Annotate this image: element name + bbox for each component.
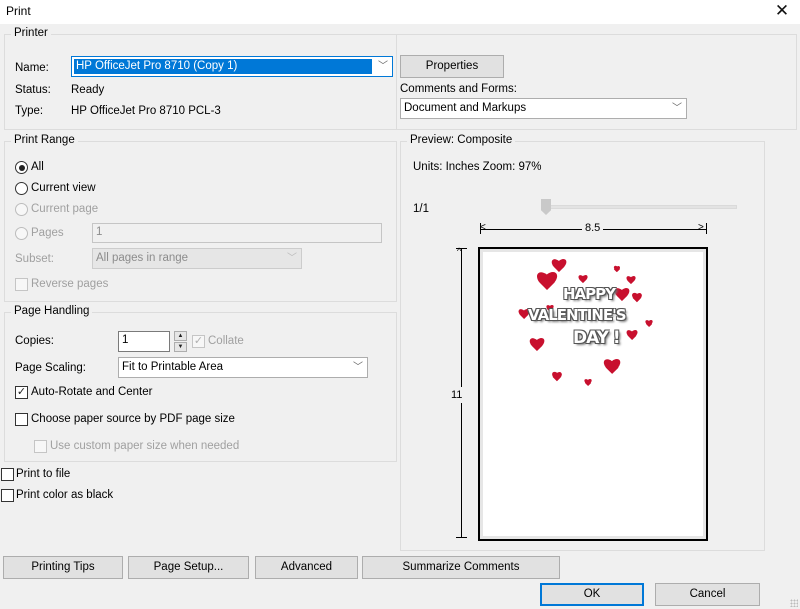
printer-type-label: Type:	[15, 105, 44, 117]
arrow-left-icon: <	[480, 222, 486, 233]
valentine-line3: DAY !	[573, 328, 621, 348]
arrow-up-icon: ^	[457, 246, 462, 256]
heart-icon	[603, 359, 621, 377]
printing-tips-button[interactable]: Printing Tips	[3, 556, 123, 579]
range-pages-radio[interactable]	[15, 227, 28, 240]
paper-source-label[interactable]: Choose paper source by PDF page size	[31, 413, 235, 425]
page-setup-button[interactable]: Page Setup...	[128, 556, 249, 579]
range-current-page-label[interactable]: Current page	[31, 203, 98, 215]
ok-button[interactable]: OK	[540, 583, 644, 606]
comments-forms-select[interactable]: Document and Markups ﹀	[400, 98, 687, 119]
window-title: Print	[6, 4, 31, 18]
printer-status-label: Status:	[15, 84, 51, 96]
valentine-line1: HAPPY	[563, 285, 616, 303]
resize-grip-icon[interactable]	[790, 599, 798, 607]
printer-status-value: Ready	[71, 84, 105, 96]
heart-icon	[584, 379, 592, 387]
heart-icon	[536, 272, 558, 294]
page-scaling-label: Page Scaling:	[15, 362, 86, 374]
page-preview-content: HAPPY VALENTINE'S DAY ! Press	[483, 252, 703, 536]
heart-icon	[626, 330, 638, 342]
chevron-down-icon: ﹀	[283, 249, 301, 268]
reverse-pages-label[interactable]: Reverse pages	[31, 278, 108, 290]
chevron-down-icon: ﹀	[672, 103, 682, 114]
heart-icon	[614, 288, 630, 304]
page-counter: 1/1	[413, 203, 429, 215]
heart-icon	[578, 275, 588, 285]
cancel-button[interactable]: Cancel	[655, 583, 760, 606]
heart-icon	[551, 372, 562, 383]
heart-icon	[529, 338, 545, 354]
printer-name-select[interactable]: HP OfficeJet Pro 8710 (Copy 1) ﹀	[71, 56, 393, 77]
paper-source-checkbox[interactable]	[15, 413, 28, 426]
chevron-down-icon: ﹀	[378, 61, 388, 72]
page-preview: HAPPY VALENTINE'S DAY ! Press	[478, 247, 708, 541]
height-dim-bottom-tick	[456, 537, 467, 538]
range-current-view-label[interactable]: Current view	[31, 182, 96, 194]
subset-value: All pages in range	[96, 252, 189, 264]
close-icon[interactable]: ✕	[770, 0, 794, 22]
collate-label[interactable]: Collate	[208, 335, 244, 347]
comments-forms-label: Comments and Forms:	[400, 83, 517, 95]
pages-input[interactable]: 1	[92, 223, 382, 243]
comments-forms-value: Document and Markups	[404, 102, 527, 114]
advanced-button[interactable]: Advanced	[255, 556, 358, 579]
page-scaling-select[interactable]: Fit to Printable Area ﹀	[118, 357, 368, 378]
printer-name-value: HP OfficeJet Pro 8710 (Copy 1)	[74, 59, 372, 74]
heart-icon	[626, 276, 636, 286]
summarize-comments-button[interactable]: Summarize Comments	[362, 556, 560, 579]
print-to-file-checkbox[interactable]	[1, 468, 14, 481]
range-all-radio[interactable]	[15, 161, 28, 174]
title-bar: Print ✕	[0, 0, 800, 24]
copies-label: Copies:	[15, 335, 54, 347]
collate-checkbox[interactable]: ✓	[192, 335, 205, 348]
copies-input-value: 1	[122, 334, 129, 346]
range-current-view-radio[interactable]	[15, 182, 28, 195]
copies-stepper[interactable]: ▲ ▼	[174, 331, 187, 352]
height-dim-label: 11	[451, 387, 463, 403]
heart-icon	[631, 293, 642, 304]
preview-group-label: Preview: Composite	[407, 134, 516, 146]
printer-type-value: HP OfficeJet Pro 8710 PCL-3	[71, 105, 221, 117]
custom-size-label[interactable]: Use custom paper size when needed	[50, 440, 239, 452]
print-color-black-checkbox[interactable]	[1, 489, 14, 502]
page-handling-group-label: Page Handling	[11, 305, 93, 317]
range-pages-label[interactable]: Pages	[31, 227, 64, 239]
printer-name-label: Name:	[15, 62, 49, 74]
range-all-label[interactable]: All	[31, 161, 44, 173]
width-dim-right-tick	[706, 223, 707, 234]
printer-group-label: Printer	[11, 27, 51, 39]
page-scaling-value: Fit to Printable Area	[122, 361, 223, 373]
press-badge: Press	[621, 366, 638, 372]
print-range-group-label: Print Range	[11, 134, 78, 146]
custom-size-checkbox[interactable]	[34, 440, 47, 453]
width-dim-label: 8.5	[582, 222, 604, 234]
units-zoom-text: Units: Inches Zoom: 97%	[413, 161, 542, 173]
heart-icon	[613, 266, 620, 273]
range-current-page-radio[interactable]	[15, 203, 28, 216]
auto-rotate-label[interactable]: Auto-Rotate and Center	[31, 386, 152, 398]
print-to-file-label[interactable]: Print to file	[16, 468, 70, 480]
print-color-black-label[interactable]: Print color as black	[16, 489, 113, 501]
properties-button[interactable]: Properties	[400, 55, 504, 78]
auto-rotate-checkbox[interactable]: ✓	[15, 386, 28, 399]
reverse-pages-checkbox[interactable]	[15, 278, 28, 291]
stepper-down-icon[interactable]: ▼	[174, 342, 187, 352]
heart-icon	[645, 320, 653, 328]
stepper-up-icon[interactable]: ▲	[174, 331, 187, 341]
copies-input[interactable]: 1	[118, 331, 170, 352]
pages-input-value: 1	[96, 226, 103, 238]
arrow-right-icon: >	[698, 222, 704, 233]
chevron-down-icon: ﹀	[353, 362, 363, 373]
valentine-line2: VALENTINE'S	[528, 306, 627, 324]
subset-label: Subset:	[15, 253, 54, 265]
page-slider-track[interactable]	[543, 205, 737, 209]
subset-select[interactable]: All pages in range ﹀	[92, 248, 302, 269]
